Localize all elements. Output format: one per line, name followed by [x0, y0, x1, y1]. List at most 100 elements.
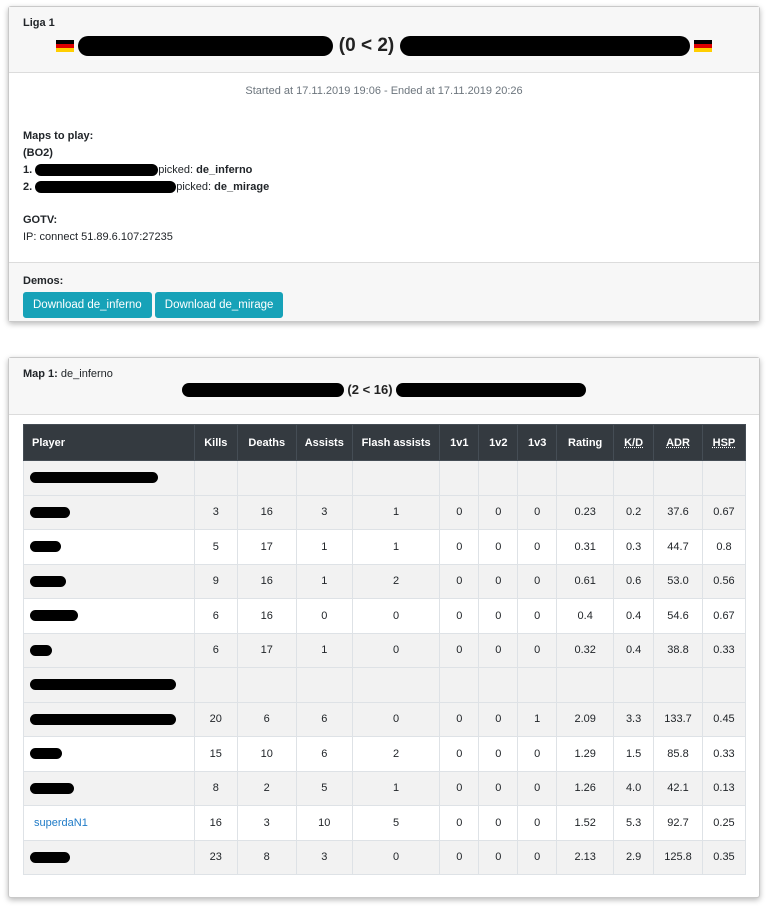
player-name-redacted[interactable]	[30, 851, 70, 863]
stat-cell: 0.25	[701, 805, 747, 841]
player-name-cell[interactable]	[23, 736, 195, 772]
empty-cell	[653, 667, 703, 703]
col-hsp-label: HSP	[712, 436, 736, 449]
col-rating[interactable]: Rating	[556, 424, 615, 461]
stat-cell: 0.61	[556, 563, 615, 599]
map-1-label: Map 1: de_inferno	[23, 368, 745, 380]
team-1-name-redacted[interactable]	[77, 36, 333, 56]
stat-cell: 44.7	[653, 529, 703, 565]
player-name-redacted[interactable]	[30, 541, 61, 553]
stat-cell: 1	[295, 529, 353, 565]
stat-cell: 16	[236, 598, 297, 634]
stat-cell: 0	[478, 598, 519, 634]
empty-cell	[613, 667, 655, 703]
player-name-cell[interactable]: superdaN1	[23, 805, 195, 841]
stat-cell: 6	[236, 701, 297, 737]
team-2-name-redacted[interactable]	[400, 36, 691, 56]
table-row: 5 17 1 1 0 0 0 0.31 0.3 44.7 0.8	[23, 529, 747, 565]
team-2-name-redacted[interactable]	[395, 382, 586, 397]
stat-cell: 0	[478, 494, 519, 530]
player-name-redacted[interactable]	[30, 610, 78, 622]
player-name-cell[interactable]	[23, 563, 195, 599]
map-name: de_inferno	[60, 368, 113, 380]
team-1-name-redacted[interactable]	[182, 382, 345, 397]
col-1v1[interactable]: 1v1	[439, 424, 480, 461]
map-1-header: Map 1: de_inferno (2 < 16)	[9, 358, 759, 415]
download-de-inferno-button[interactable]: Download de_inferno	[23, 292, 152, 318]
player-name-cell[interactable]	[23, 839, 195, 875]
player-name-redacted[interactable]	[30, 506, 70, 518]
table-row: superdaN1 16 3 10 5 0 0 0 1.52 5.3 92.7 0.25	[23, 805, 747, 841]
col-player[interactable]: Player	[23, 424, 195, 461]
player-name-cell[interactable]	[23, 529, 195, 565]
stat-cell: 0	[439, 598, 480, 634]
col-1v2[interactable]: 1v2	[478, 424, 519, 461]
stat-cell: 0	[351, 701, 441, 737]
stat-cell: 0.35	[701, 839, 747, 875]
stat-cell: 2.9	[613, 839, 655, 875]
maps-title: Maps to play:	[23, 130, 94, 142]
pick-line-2: 2. picked: de_mirage	[23, 179, 745, 196]
empty-cell	[556, 667, 615, 703]
stat-cell: 6	[295, 701, 353, 737]
player-name-cell[interactable]	[23, 494, 195, 530]
stat-cell: 1.5	[613, 736, 655, 772]
stat-cell: 3	[193, 494, 238, 530]
stat-cell: 9	[193, 563, 238, 599]
stat-cell: 2	[351, 736, 441, 772]
stat-cell: 0	[439, 563, 480, 599]
col-kills[interactable]: Kills	[193, 424, 238, 461]
stat-cell: 54.6	[653, 598, 703, 634]
empty-cell	[193, 667, 238, 703]
col-flash-assists[interactable]: Flash assists	[351, 424, 441, 461]
player-name-cell[interactable]	[23, 701, 195, 737]
col-assists[interactable]: Assists	[295, 424, 353, 461]
stat-cell: 0.32	[556, 632, 615, 668]
col-hsp[interactable]: HSP	[701, 424, 747, 461]
col-adr[interactable]: ADR	[653, 424, 703, 461]
match-score: (0 < 2)	[338, 35, 395, 56]
stat-cell: 0	[517, 598, 558, 634]
stat-cell: 8	[193, 770, 238, 806]
empty-cell	[478, 460, 519, 496]
stat-cell: 0	[478, 805, 519, 841]
stat-cell: 6	[193, 632, 238, 668]
player-link[interactable]: superdaN1	[30, 817, 88, 829]
stat-cell: 37.6	[653, 494, 703, 530]
col-deaths[interactable]: Deaths	[236, 424, 297, 461]
player-name-redacted[interactable]	[30, 782, 74, 794]
stat-cell: 0.4	[613, 598, 655, 634]
player-name-redacted[interactable]	[30, 748, 62, 760]
stat-cell: 0	[478, 563, 519, 599]
stat-cell: 5.3	[613, 805, 655, 841]
download-de-mirage-button[interactable]: Download de_mirage	[154, 292, 284, 318]
stat-cell: 16	[236, 563, 297, 599]
stat-cell: 3	[295, 839, 353, 875]
player-name-cell[interactable]	[23, 770, 195, 806]
league-name: Liga 1	[23, 17, 55, 29]
stat-cell: 1	[351, 770, 441, 806]
stat-cell: 23	[193, 839, 238, 875]
stat-cell: 6	[193, 598, 238, 634]
map-1-card: Map 1: de_inferno (2 < 16) Player Kills …	[8, 357, 760, 898]
empty-cell	[295, 667, 353, 703]
player-name-redacted[interactable]	[30, 644, 52, 656]
stat-cell: 0	[517, 632, 558, 668]
team-name-redacted	[30, 472, 158, 484]
stat-cell: 0.8	[701, 529, 747, 565]
stat-cell: 0	[478, 701, 519, 737]
stat-cell: 0	[517, 805, 558, 841]
germany-flag-icon	[55, 40, 74, 52]
pick-number: 1.	[23, 164, 33, 176]
player-name-cell[interactable]	[23, 632, 195, 668]
player-name-redacted[interactable]	[30, 713, 176, 725]
player-name-redacted[interactable]	[30, 575, 66, 587]
col-kd[interactable]: K/D	[613, 424, 655, 461]
player-name-cell[interactable]	[23, 598, 195, 634]
stat-cell: 2.13	[556, 839, 615, 875]
col-1v3[interactable]: 1v3	[517, 424, 558, 461]
stat-cell: 0.4	[613, 632, 655, 668]
picked-label: picked:	[176, 181, 212, 193]
stat-cell: 10	[295, 805, 353, 841]
map-number: Map 1:	[23, 368, 58, 380]
